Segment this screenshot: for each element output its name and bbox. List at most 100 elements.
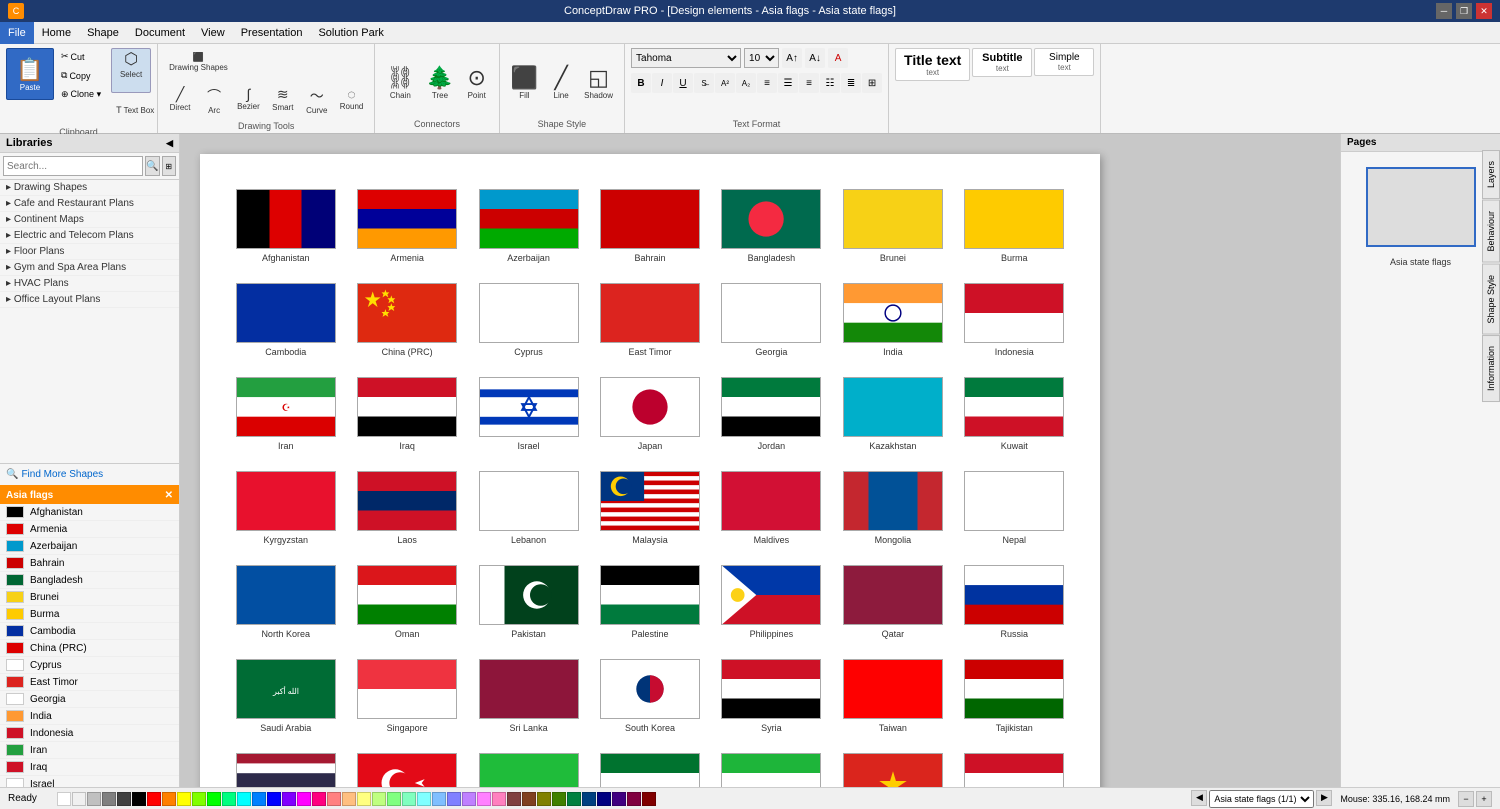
color-swatch[interactable] <box>447 792 461 806</box>
color-swatch[interactable] <box>612 792 626 806</box>
flag-canvas-cell[interactable]: الله أكبرSaudi Arabia <box>230 654 341 738</box>
search-button[interactable]: 🔍 <box>145 156 160 176</box>
numbered-list-button[interactable]: ≣ <box>841 73 861 93</box>
layers-tab[interactable]: Layers <box>1482 150 1500 199</box>
underline-button[interactable]: U <box>673 73 693 93</box>
color-swatch[interactable] <box>642 792 656 806</box>
tree-button[interactable]: 🌲 Tree <box>421 61 458 104</box>
window-controls[interactable]: ─ ❐ ✕ <box>1436 3 1492 19</box>
color-swatch[interactable] <box>72 792 86 806</box>
flag-list-item[interactable]: Armenia <box>0 521 179 538</box>
close-btn[interactable]: ✕ <box>1476 3 1492 19</box>
canvas-scroll[interactable]: AfghanistanArmeniaAzerbaijanBahrainBangl… <box>180 134 1340 787</box>
color-swatch[interactable] <box>627 792 641 806</box>
page-thumbnail[interactable] <box>1366 167 1476 247</box>
textbox-button[interactable]: T Text Box <box>111 95 151 125</box>
bold-button[interactable]: B <box>631 73 651 93</box>
flag-canvas-cell[interactable]: Turkmenistan <box>473 748 584 787</box>
flag-canvas-cell[interactable]: Lebanon <box>473 466 584 550</box>
behaviour-tab[interactable]: Behaviour <box>1482 200 1500 263</box>
minimize-btn[interactable]: ─ <box>1436 3 1452 19</box>
flag-list-item[interactable]: India <box>0 708 179 725</box>
flag-list-item[interactable]: China (PRC) <box>0 640 179 657</box>
lib-hvac[interactable]: ▸ HVAC Plans <box>0 276 179 292</box>
bullet-list-button[interactable]: ☷ <box>820 73 840 93</box>
simple-text-button[interactable]: Simple text <box>1034 48 1094 76</box>
color-swatch[interactable] <box>267 792 281 806</box>
menu-solution-park[interactable]: Solution Park <box>310 22 391 44</box>
round-button[interactable]: ◌ Round <box>335 82 369 119</box>
arc-button[interactable]: ⌒ Arc <box>198 82 230 119</box>
flag-canvas-cell[interactable]: Japan <box>594 372 705 456</box>
flag-canvas-cell[interactable]: ☪Iran <box>230 372 341 456</box>
flag-canvas-cell[interactable]: United Arab Emirates <box>594 748 705 787</box>
page-next-btn[interactable]: ▶ <box>1316 790 1332 806</box>
flag-canvas-cell[interactable]: Burma <box>959 184 1070 268</box>
subscript-button[interactable]: A₂ <box>736 73 756 93</box>
copy-button[interactable]: ⧉ Copy <box>57 67 105 84</box>
point-button[interactable]: ⊙ Point <box>461 61 493 104</box>
flag-canvas-cell[interactable]: Sri Lanka <box>473 654 584 738</box>
flag-canvas-cell[interactable]: East Timor <box>594 278 705 362</box>
flag-canvas-cell[interactable]: Qatar <box>837 560 948 644</box>
flag-canvas-cell[interactable]: India <box>837 278 948 362</box>
superscript-button[interactable]: A² <box>715 73 735 93</box>
flag-canvas-cell[interactable]: Georgia <box>716 278 827 362</box>
color-swatch[interactable] <box>537 792 551 806</box>
flag-canvas-cell[interactable]: Iraq <box>351 372 462 456</box>
grow-font-button[interactable]: A↑ <box>782 48 802 68</box>
flag-canvas-cell[interactable]: Maldives <box>716 466 827 550</box>
flag-canvas-cell[interactable]: Palestine <box>594 560 705 644</box>
flag-canvas-cell[interactable]: Cyprus <box>473 278 584 362</box>
flag-list-item[interactable]: Cambodia <box>0 623 179 640</box>
color-swatch[interactable] <box>507 792 521 806</box>
color-swatch[interactable] <box>297 792 311 806</box>
subtitle-text-button[interactable]: Subtitle text <box>972 48 1032 77</box>
fill-button[interactable]: ⬛ Fill <box>506 61 543 104</box>
color-swatch[interactable] <box>387 792 401 806</box>
flag-canvas-cell[interactable]: Kuwait <box>959 372 1070 456</box>
flag-canvas-cell[interactable]: Israel <box>473 372 584 456</box>
direct-button[interactable]: ╱ Direct <box>164 82 196 119</box>
color-swatch[interactable] <box>102 792 116 806</box>
flag-canvas-cell[interactable]: Bangladesh <box>716 184 827 268</box>
menu-document[interactable]: Document <box>127 22 193 44</box>
font-size-selector[interactable]: 10 <box>744 48 779 68</box>
flag-canvas-cell[interactable]: Taiwan <box>837 654 948 738</box>
color-swatch[interactable] <box>582 792 596 806</box>
color-swatch[interactable] <box>282 792 296 806</box>
color-swatch[interactable] <box>132 792 146 806</box>
flag-canvas-cell[interactable]: Laos <box>351 466 462 550</box>
search-input[interactable] <box>3 156 143 176</box>
lib-continent-maps[interactable]: ▸ Continent Maps <box>0 212 179 228</box>
line-button[interactable]: ╱ Line <box>545 61 577 104</box>
flag-list-item[interactable]: Israel <box>0 776 179 787</box>
color-swatch[interactable] <box>57 792 71 806</box>
align-right-button[interactable]: ≡ <box>799 73 819 93</box>
color-swatch[interactable] <box>177 792 191 806</box>
find-more-shapes[interactable]: 🔍 Find More Shapes <box>0 463 179 487</box>
lib-cafe-restaurant[interactable]: ▸ Cafe and Restaurant Plans <box>0 196 179 212</box>
flag-canvas-cell[interactable]: Uzbekistan <box>716 748 827 787</box>
color-swatch[interactable] <box>87 792 101 806</box>
flag-list-item[interactable]: Brunei <box>0 589 179 606</box>
page-prev-btn[interactable]: ◀ <box>1191 790 1207 806</box>
flag-canvas-cell[interactable]: Vietnam <box>837 748 948 787</box>
menu-file[interactable]: File <box>0 22 34 44</box>
color-swatch[interactable] <box>402 792 416 806</box>
curve-button[interactable]: 〜 Curve <box>301 82 333 119</box>
color-swatch[interactable] <box>342 792 356 806</box>
color-swatch[interactable] <box>552 792 566 806</box>
color-swatch[interactable] <box>147 792 161 806</box>
select-button[interactable]: ⬡ Select <box>111 48 151 93</box>
strikethrough-button[interactable]: S̶ <box>694 73 714 93</box>
menu-view[interactable]: View <box>193 22 233 44</box>
color-swatch[interactable] <box>597 792 611 806</box>
libraries-collapse-btn[interactable]: ◀ <box>166 138 173 149</box>
zoom-in-btn[interactable]: + <box>1476 791 1492 807</box>
flag-list-item[interactable]: Iran <box>0 742 179 759</box>
flag-canvas-cell[interactable]: Indonesia <box>959 278 1070 362</box>
color-swatch[interactable] <box>252 792 266 806</box>
flag-canvas-cell[interactable]: Singapore <box>351 654 462 738</box>
color-swatch[interactable] <box>417 792 431 806</box>
